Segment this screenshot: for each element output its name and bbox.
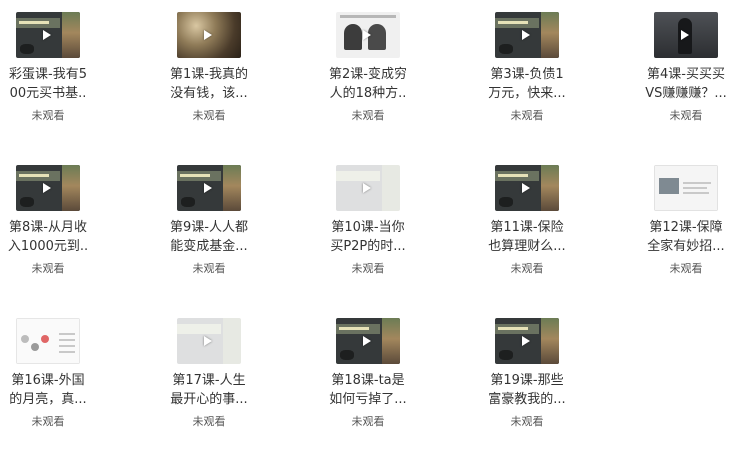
lesson-card[interactable]: 第12课-保障 全家有妙招... 未观看 <box>621 165 751 315</box>
lesson-title[interactable]: 第10课-当你 买P2P的时... <box>303 218 433 256</box>
lesson-title[interactable]: 第17课-人生 最开心的事... <box>144 371 274 409</box>
play-icon <box>522 30 530 40</box>
watch-status: 未观看 <box>31 109 65 122</box>
video-thumbnail[interactable] <box>336 12 400 58</box>
video-thumbnail[interactable] <box>177 165 241 211</box>
play-icon <box>522 183 530 193</box>
lesson-card[interactable]: 第18课-ta是 如何亏掉了... 未观看 <box>303 318 433 459</box>
lesson-title-line1: 第3课-负债1 <box>490 67 564 82</box>
lesson-title-line1: 第11课-保险 <box>490 220 564 235</box>
lesson-title-line1: 第16课-外国 <box>11 373 85 388</box>
lesson-title-line1: 第12课-保障 <box>649 220 723 235</box>
lesson-title-line1: 第1课-我真的 <box>170 67 248 82</box>
lesson-title-line2: 00元买书基.. <box>9 86 87 101</box>
watch-status: 未观看 <box>351 262 385 275</box>
lesson-title[interactable]: 第3课-负债1 万元，快来... <box>462 65 592 103</box>
lesson-card[interactable]: 第4课-买买买 VS赚赚赚？... 未观看 <box>621 12 751 162</box>
lesson-title-line1: 第9课-人人都 <box>170 220 248 235</box>
lesson-title-line2: 人的18种方.. <box>329 86 407 101</box>
play-icon <box>43 30 51 40</box>
watch-status: 未观看 <box>351 109 385 122</box>
watch-status: 未观看 <box>669 109 703 122</box>
lesson-card[interactable]: 第19课-那些 富豪教我的... 未观看 <box>462 318 592 459</box>
play-icon <box>204 183 212 193</box>
video-thumbnail[interactable] <box>16 318 80 364</box>
play-icon <box>363 183 371 193</box>
play-icon <box>204 336 212 346</box>
lesson-title-line2: 的月亮，真... <box>9 392 87 407</box>
play-icon <box>43 183 51 193</box>
lesson-title-line2: 也算理财么... <box>488 239 566 254</box>
lesson-card[interactable]: 第16课-外国 的月亮，真... 未观看 <box>0 318 113 459</box>
lesson-title[interactable]: 第8课-从月收 入1000元到.. <box>0 218 113 256</box>
watch-status: 未观看 <box>192 109 226 122</box>
video-thumbnail[interactable] <box>336 165 400 211</box>
watch-status: 未观看 <box>31 415 65 428</box>
video-thumbnail[interactable] <box>16 165 80 211</box>
lesson-card[interactable]: 第10课-当你 买P2P的时... 未观看 <box>303 165 433 315</box>
lesson-title[interactable]: 第2课-变成穷 人的18种方.. <box>303 65 433 103</box>
lesson-card[interactable]: 第8课-从月收 入1000元到.. 未观看 <box>0 165 113 315</box>
lesson-title-line1: 第17课-人生 <box>172 373 246 388</box>
play-icon <box>363 30 371 40</box>
lesson-title-line1: 彩蛋课-我有5 <box>9 67 87 82</box>
lesson-title-line1: 第8课-从月收 <box>9 220 87 235</box>
play-icon <box>363 336 371 346</box>
lesson-title-line2: 如何亏掉了... <box>329 392 407 407</box>
lesson-card[interactable]: 第11课-保险 也算理财么... 未观看 <box>462 165 592 315</box>
watch-status: 未观看 <box>351 415 385 428</box>
lesson-title-line1: 第10课-当你 <box>331 220 405 235</box>
lesson-card[interactable]: 第2课-变成穷 人的18种方.. 未观看 <box>303 12 433 162</box>
video-thumbnail[interactable] <box>177 12 241 58</box>
lesson-title[interactable]: 第9课-人人都 能变成基金... <box>144 218 274 256</box>
lesson-title-line2: 买P2P的时... <box>330 239 406 254</box>
lesson-card[interactable]: 第17课-人生 最开心的事... 未观看 <box>144 318 274 459</box>
lesson-card[interactable]: 彩蛋课-我有5 00元买书基.. 未观看 <box>0 12 113 162</box>
lesson-title-line1: 第4课-买买买 <box>647 67 725 82</box>
lesson-title[interactable]: 第1课-我真的 没有钱，该... <box>144 65 274 103</box>
lesson-title-line1: 第2课-变成穷 <box>329 67 407 82</box>
watch-status: 未观看 <box>192 262 226 275</box>
lesson-title-line2: VS赚赚赚？... <box>645 86 727 101</box>
watch-status: 未观看 <box>510 109 544 122</box>
lesson-title[interactable]: 第4课-买买买 VS赚赚赚？... <box>621 65 751 103</box>
lesson-title[interactable]: 第19课-那些 富豪教我的... <box>462 371 592 409</box>
video-thumbnail[interactable] <box>654 12 718 58</box>
video-thumbnail[interactable] <box>16 12 80 58</box>
lesson-title[interactable]: 第16课-外国 的月亮，真... <box>0 371 113 409</box>
video-thumbnail[interactable] <box>495 165 559 211</box>
lesson-title-line2: 万元，快来... <box>488 86 566 101</box>
lesson-title[interactable]: 第12课-保障 全家有妙招... <box>621 218 751 256</box>
play-icon <box>681 30 689 40</box>
watch-status: 未观看 <box>510 262 544 275</box>
lesson-grid: 彩蛋课-我有5 00元买书基.. 未观看 第1课-我真的 没有钱，该... 未观… <box>0 0 751 459</box>
video-thumbnail[interactable] <box>177 318 241 364</box>
lesson-card[interactable]: 第3课-负债1 万元，快来... 未观看 <box>462 12 592 162</box>
video-thumbnail[interactable] <box>495 12 559 58</box>
lesson-title[interactable]: 第18课-ta是 如何亏掉了... <box>303 371 433 409</box>
lesson-card[interactable]: 第1课-我真的 没有钱，该... 未观看 <box>144 12 274 162</box>
lesson-title-line2: 入1000元到.. <box>7 239 89 254</box>
lesson-title-line2: 富豪教我的... <box>488 392 566 407</box>
watch-status: 未观看 <box>510 415 544 428</box>
lesson-title-line2: 全家有妙招... <box>647 239 725 254</box>
video-thumbnail[interactable] <box>654 165 718 211</box>
play-icon <box>204 30 212 40</box>
lesson-title[interactable]: 彩蛋课-我有5 00元买书基.. <box>0 65 113 103</box>
lesson-card[interactable]: 第9课-人人都 能变成基金... 未观看 <box>144 165 274 315</box>
lesson-title-line1: 第18课-ta是 <box>331 373 405 388</box>
watch-status: 未观看 <box>31 262 65 275</box>
video-thumbnail[interactable] <box>336 318 400 364</box>
lesson-title[interactable]: 第11课-保险 也算理财么... <box>462 218 592 256</box>
lesson-title-line2: 没有钱，该... <box>170 86 248 101</box>
play-icon <box>522 336 530 346</box>
watch-status: 未观看 <box>192 415 226 428</box>
watch-status: 未观看 <box>669 262 703 275</box>
lesson-title-line2: 能变成基金... <box>170 239 248 254</box>
lesson-title-line2: 最开心的事... <box>170 392 248 407</box>
video-thumbnail[interactable] <box>495 318 559 364</box>
lesson-title-line1: 第19课-那些 <box>490 373 564 388</box>
